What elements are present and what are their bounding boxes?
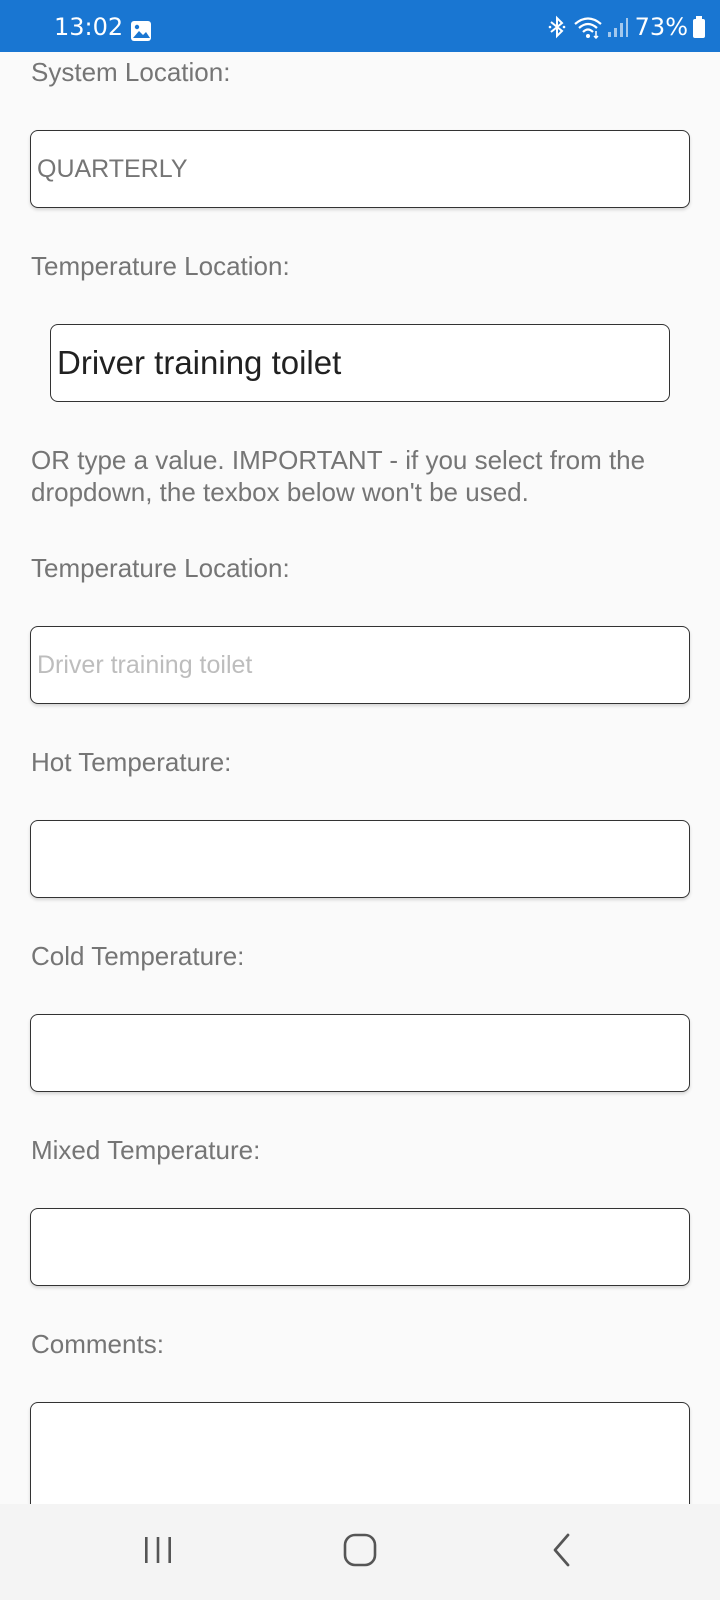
battery-level: 73% — [634, 13, 688, 41]
gallery-icon — [130, 20, 152, 42]
bluetooth-icon — [547, 15, 567, 39]
form-content[interactable]: System Location: QUARTERLY Temperature L… — [0, 52, 720, 1504]
signal-icon — [607, 15, 629, 39]
cold-temperature-label: Cold Temperature: — [31, 941, 245, 971]
back-icon — [547, 1532, 577, 1573]
system-location-field[interactable]: QUARTERLY — [30, 130, 690, 208]
home-button[interactable] — [336, 1528, 384, 1576]
status-right-icons: 73% — [547, 14, 706, 40]
mixed-temperature-label: Mixed Temperature: — [31, 1135, 261, 1165]
home-icon — [342, 1532, 378, 1573]
back-button[interactable] — [538, 1528, 586, 1576]
temperature-location-dropdown[interactable]: Driver training toilet — [50, 324, 670, 402]
dropdown-note: OR type a value. IMPORTANT - if you sele… — [31, 445, 646, 507]
mixed-temperature-input[interactable] — [30, 1208, 690, 1286]
temperature-location-input[interactable]: Driver training toilet — [30, 626, 690, 704]
system-location-label: System Location: — [31, 57, 231, 87]
battery-icon — [692, 15, 706, 39]
hot-temperature-input[interactable] — [30, 820, 690, 898]
comments-label: Comments: — [31, 1329, 164, 1359]
system-location-value: QUARTERLY — [37, 154, 188, 183]
comments-input[interactable] — [30, 1402, 690, 1504]
temperature-location-label: Temperature Location: — [31, 251, 290, 281]
status-time: 13:02 — [54, 13, 124, 41]
temperature-location-text-label: Temperature Location: — [31, 553, 290, 583]
hot-temperature-label: Hot Temperature: — [31, 747, 232, 777]
temperature-location-placeholder: Driver training toilet — [37, 650, 253, 679]
recent-apps-icon — [141, 1534, 175, 1571]
temperature-location-selected: Driver training toilet — [57, 344, 342, 381]
wifi-icon — [573, 15, 603, 39]
recent-apps-button[interactable] — [134, 1528, 182, 1576]
status-bar: 13:02 73% — [0, 0, 720, 52]
cold-temperature-input[interactable] — [30, 1014, 690, 1092]
navigation-bar — [0, 1504, 720, 1600]
